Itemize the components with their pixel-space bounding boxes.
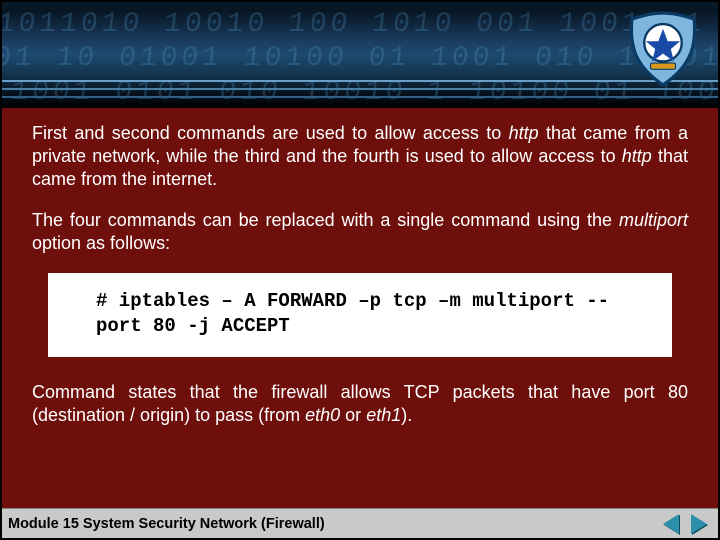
triangle-left-icon: [663, 514, 679, 534]
term-eth0: eth0: [305, 405, 340, 425]
tut-wuri-handayani-logo: [624, 10, 702, 88]
code-text: # iptables – A FORWARD –p tcp –m multipo…: [96, 290, 609, 337]
shield-icon: [624, 10, 702, 88]
triangle-right-icon: [691, 514, 707, 534]
text: The four commands can be replaced with a…: [32, 210, 619, 230]
term-http: http: [622, 146, 652, 166]
text: First and second commands are used to al…: [32, 123, 509, 143]
code-block: # iptables – A FORWARD –p tcp –m multipo…: [48, 273, 672, 356]
next-slide-button[interactable]: [688, 513, 710, 535]
paragraph-3: Command states that the firewall allows …: [32, 381, 688, 427]
slide: First and second commands are used to al…: [0, 0, 720, 540]
footer-bar: Module 15 System Security Network (Firew…: [2, 508, 718, 538]
module-title: Module 15 System Security Network (Firew…: [8, 516, 660, 532]
text: or: [340, 405, 366, 425]
header-accent-lines: [2, 74, 718, 108]
prev-slide-button[interactable]: [660, 513, 682, 535]
slide-content: First and second commands are used to al…: [32, 122, 688, 445]
paragraph-2: The four commands can be replaced with a…: [32, 209, 688, 255]
paragraph-1: First and second commands are used to al…: [32, 122, 688, 191]
text: option as follows:: [32, 233, 170, 253]
term-http: http: [509, 123, 539, 143]
text: ).: [401, 405, 412, 425]
header-band: [2, 2, 718, 108]
slide-nav: [660, 513, 710, 535]
term-eth1: eth1: [366, 405, 401, 425]
term-multiport: multiport: [619, 210, 688, 230]
